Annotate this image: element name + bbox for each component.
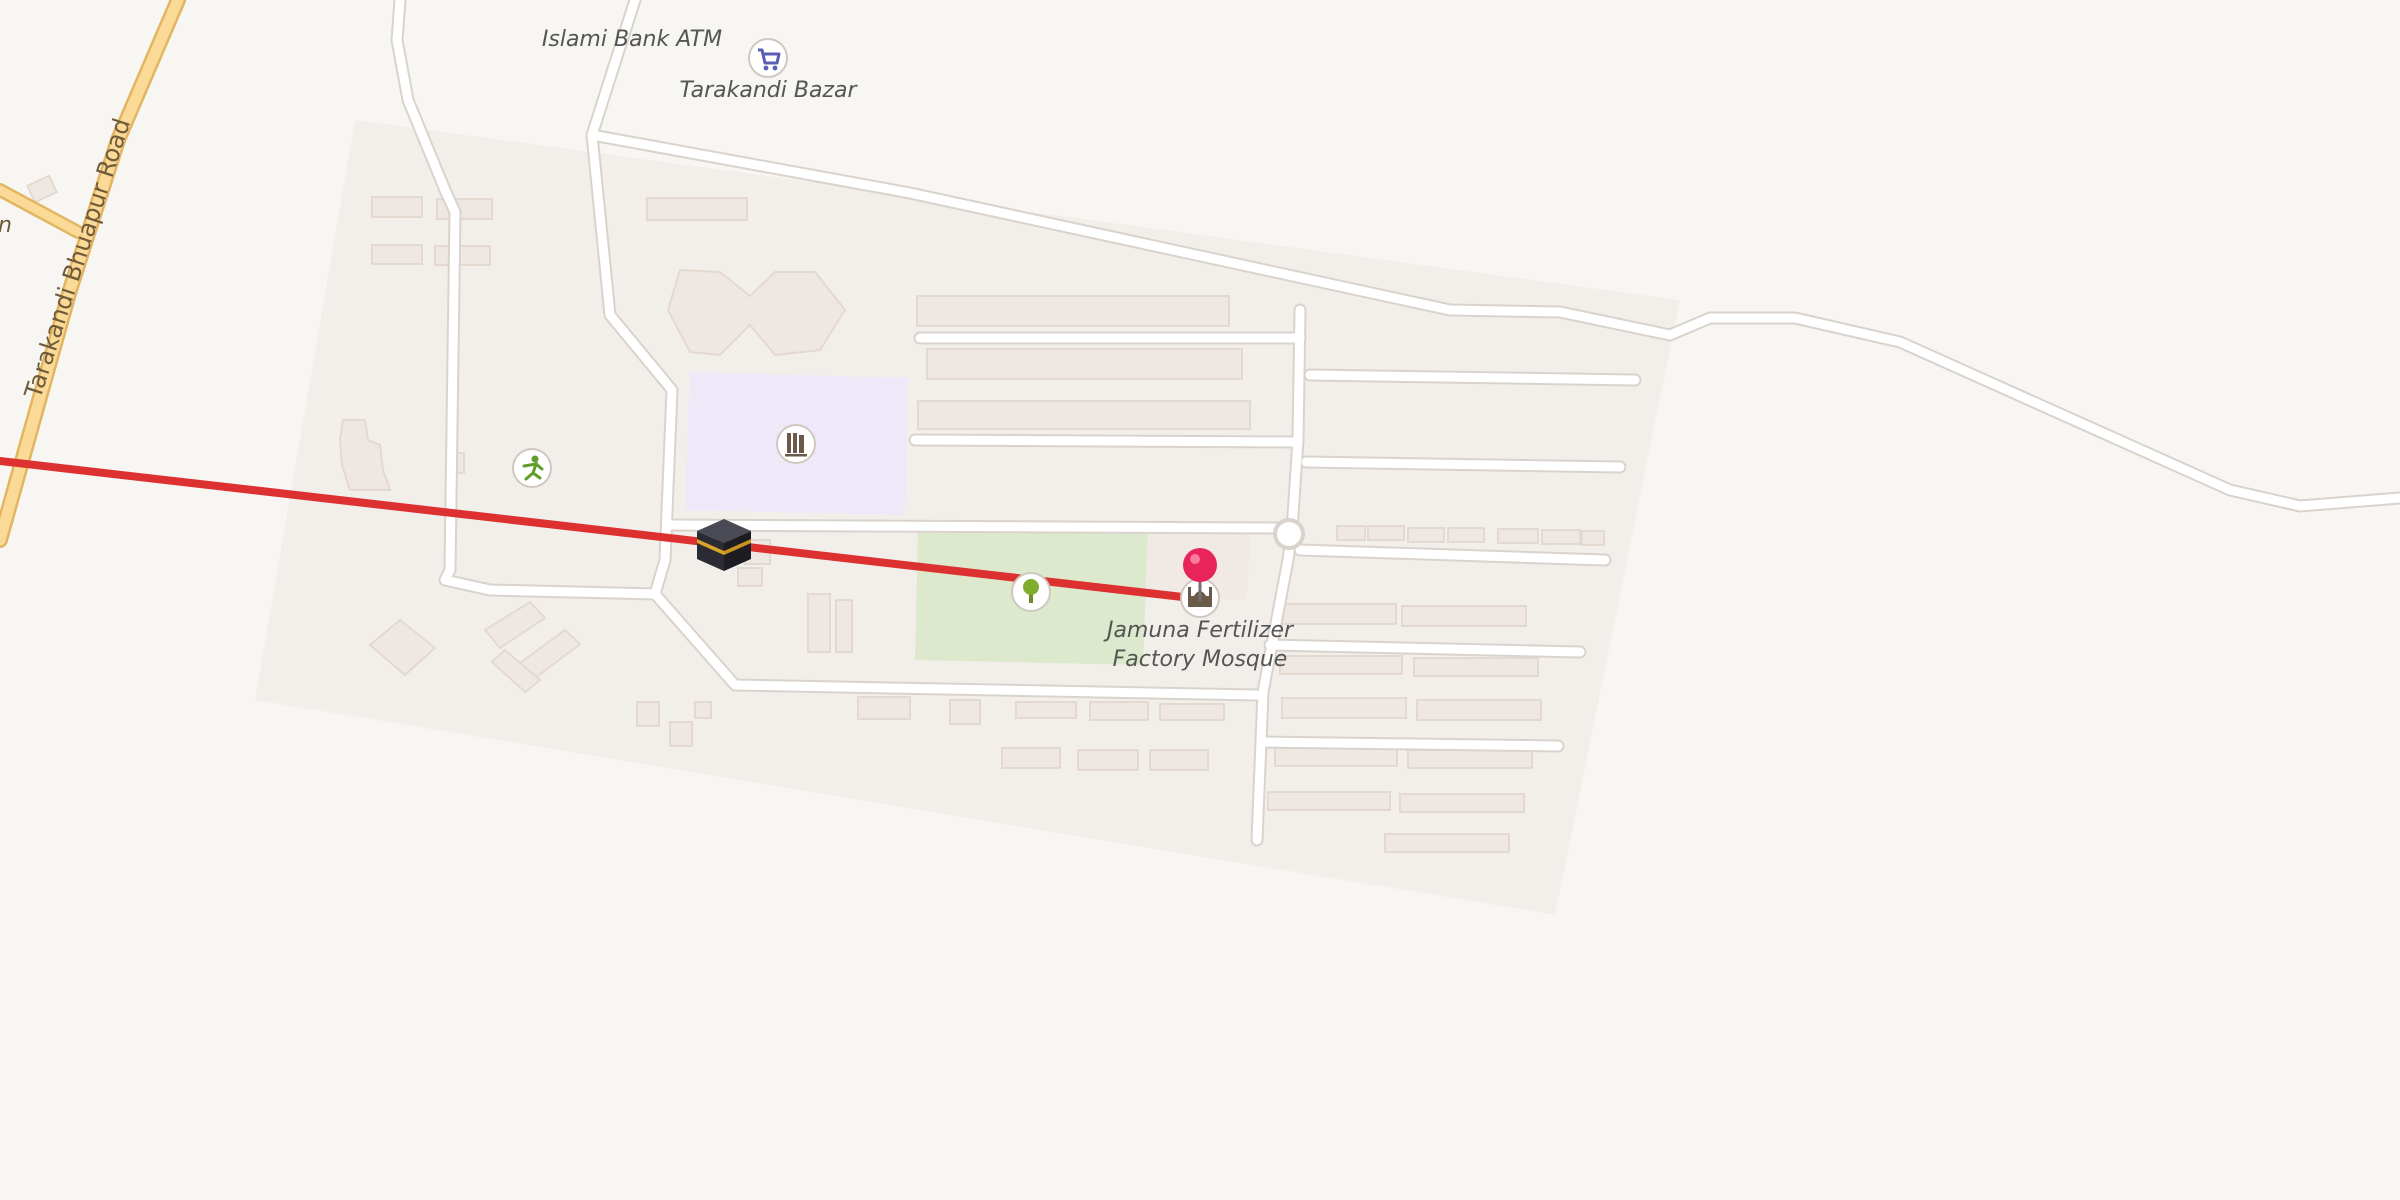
sports-icon[interactable] bbox=[512, 448, 552, 488]
label-tarakandi-bazar[interactable]: Tarakandi Bazar bbox=[679, 78, 858, 103]
road-label-cut: n bbox=[0, 213, 12, 238]
shopping-cart-icon[interactable] bbox=[748, 38, 788, 78]
map-canvas[interactable]: Tarakandi Bhuapur Road n bbox=[0, 0, 2400, 1200]
library-icon[interactable] bbox=[776, 424, 816, 464]
roundabout bbox=[1273, 518, 1305, 550]
label-islami-bank-atm[interactable]: Islami Bank ATM bbox=[542, 27, 722, 52]
label-mosque-line1[interactable]: Jamuna Fertilizer bbox=[1103, 618, 1295, 643]
tree-icon[interactable] bbox=[1011, 572, 1051, 612]
label-mosque-line2[interactable]: Factory Mosque bbox=[1113, 647, 1288, 672]
